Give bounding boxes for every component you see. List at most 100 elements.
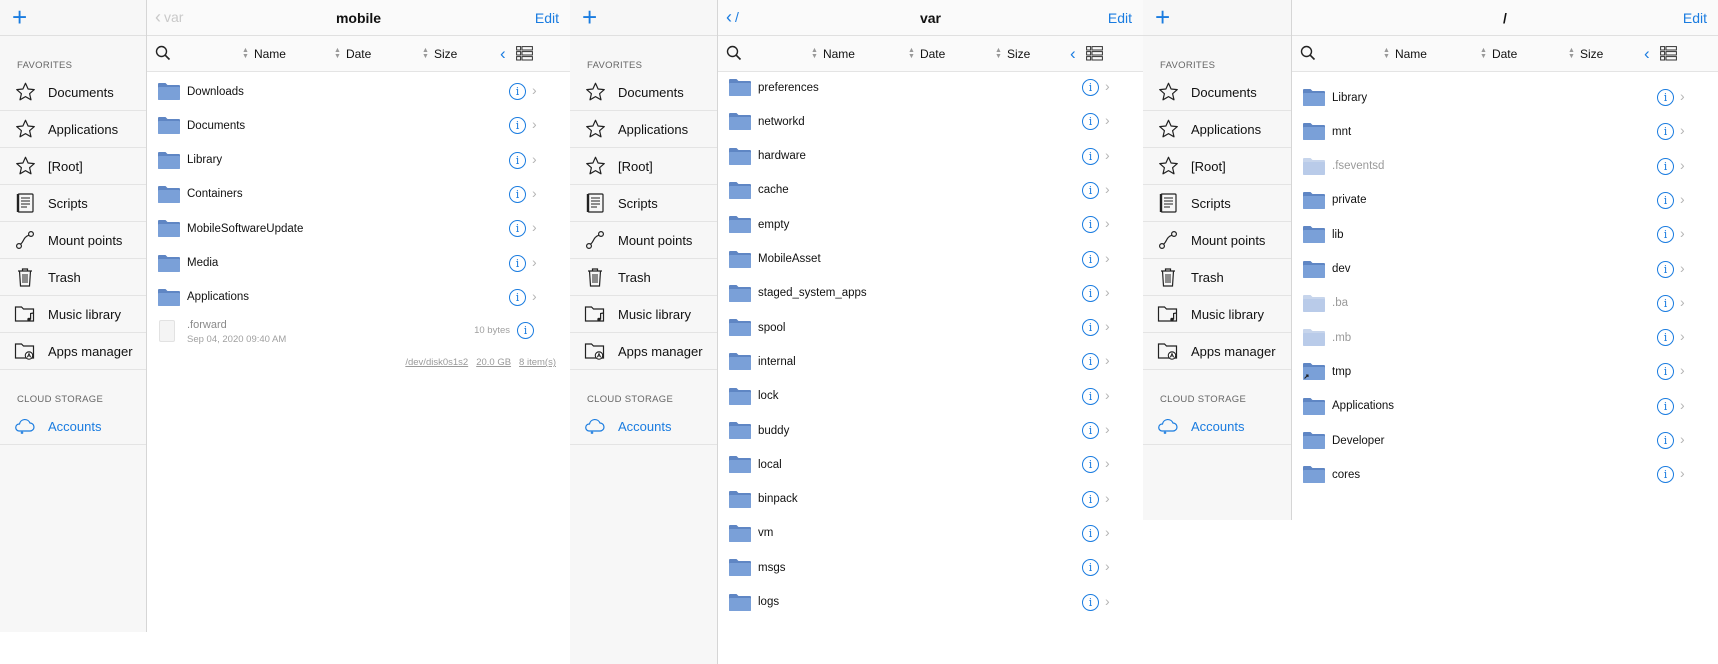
info-icon[interactable]: i	[509, 288, 526, 306]
disk-capacity-link[interactable]: 20.0 GB	[476, 357, 511, 368]
folder-row[interactable]: lock i ›	[718, 378, 1143, 415]
sidebar-item-music-library[interactable]: Music library	[570, 296, 717, 333]
info-icon[interactable]: i	[1657, 226, 1674, 244]
folder-row[interactable]: Developer i ›	[1292, 422, 1718, 459]
file-row[interactable]: .forward Sep 04, 2020 09:40 AM 10 bytes i	[147, 311, 570, 351]
folder-row[interactable]: .fseventsd i ›	[1292, 148, 1718, 185]
info-icon[interactable]: i	[1082, 422, 1099, 439]
folder-row[interactable]: cores i ›	[1292, 456, 1718, 493]
sidebar-item-applications[interactable]: Applications	[0, 111, 146, 148]
folder-row[interactable]: Applications i ›	[1292, 388, 1718, 425]
sort-by-size-button[interactable]: ▲ ▼ Size	[1568, 47, 1603, 61]
info-icon[interactable]: i	[1082, 353, 1099, 371]
sidebar-item-scripts[interactable]: Scripts	[0, 185, 146, 222]
folder-row[interactable]: .ba i ›	[1292, 285, 1718, 322]
folder-row[interactable]: staged_system_apps i ›	[718, 275, 1143, 312]
folder-row[interactable]: vm i ›	[718, 515, 1143, 552]
folder-row[interactable]: binpack i ›	[718, 481, 1143, 518]
back-button[interactable]: ‹ /	[726, 8, 739, 26]
sidebar-item-accounts[interactable]: Accounts	[1143, 408, 1291, 445]
info-icon[interactable]: i	[1082, 79, 1099, 96]
info-icon[interactable]: i	[1657, 260, 1674, 278]
edit-button[interactable]: Edit	[1108, 10, 1132, 26]
sort-by-size-button[interactable]: ▲ ▼ Size	[995, 47, 1030, 61]
info-icon[interactable]: i	[509, 117, 526, 135]
info-icon[interactable]: i	[509, 185, 526, 203]
folder-row[interactable]: logs i ›	[718, 584, 1143, 621]
sort-by-date-button[interactable]: ▲ ▼ Date	[334, 47, 371, 61]
sidebar-item-applications[interactable]: Applications	[1143, 111, 1291, 148]
sidebar-item-mount-points[interactable]: Mount points	[1143, 222, 1291, 259]
info-icon[interactable]: i	[1082, 387, 1099, 405]
sidebar-item-documents[interactable]: Documents	[1143, 74, 1291, 111]
folder-row[interactable]: hardware i ›	[718, 138, 1143, 175]
sidebar-item-root[interactable]: [Root]	[570, 148, 717, 185]
folder-row[interactable]: cache i ›	[718, 172, 1143, 209]
folder-row[interactable]: local i ›	[718, 446, 1143, 483]
info-icon[interactable]: i	[1082, 147, 1099, 165]
sidebar-item-documents[interactable]: Documents	[570, 74, 717, 111]
sidebar-item-music-library[interactable]: Music library	[0, 296, 146, 333]
info-icon[interactable]: i	[1082, 524, 1099, 542]
view-mode-icon[interactable]	[516, 46, 533, 66]
info-icon[interactable]: i	[1082, 319, 1099, 337]
folder-row[interactable]: Containers i ›	[147, 176, 570, 213]
sidebar-item-mount-points[interactable]: Mount points	[570, 222, 717, 259]
folder-row[interactable]: networkd i ›	[718, 103, 1143, 140]
info-icon[interactable]: i	[1657, 157, 1674, 175]
folder-row[interactable]: buddy i ›	[718, 412, 1143, 449]
sidebar-item-accounts[interactable]: Accounts	[0, 408, 146, 445]
sidebar-item-apps-manager[interactable]: Apps manager	[1143, 333, 1291, 370]
folder-row[interactable]: internal i ›	[718, 343, 1143, 380]
edit-button[interactable]: Edit	[1683, 10, 1707, 26]
folder-row[interactable]: Documents i ›	[147, 107, 570, 144]
info-icon[interactable]: i	[509, 220, 526, 238]
info-icon[interactable]: i	[1657, 432, 1674, 449]
info-icon[interactable]: i	[1657, 329, 1674, 347]
info-icon[interactable]: i	[1082, 216, 1099, 234]
sidebar-item-trash[interactable]: Trash	[570, 259, 717, 296]
info-icon[interactable]: i	[1657, 294, 1674, 312]
collapse-chevron-icon[interactable]: ‹	[1070, 44, 1076, 64]
folder-row[interactable]: mnt i ›	[1292, 113, 1718, 150]
sidebar-item-documents[interactable]: Documents	[0, 74, 146, 111]
view-mode-icon[interactable]	[1086, 46, 1103, 66]
folder-row[interactable]: MobileAsset i ›	[718, 241, 1143, 278]
collapse-chevron-icon[interactable]: ‹	[1644, 44, 1650, 64]
sidebar-item-root[interactable]: [Root]	[1143, 148, 1291, 185]
sidebar-item-mount-points[interactable]: Mount points	[0, 222, 146, 259]
info-icon[interactable]: i	[1082, 284, 1099, 302]
info-icon[interactable]: i	[1657, 363, 1674, 381]
info-icon[interactable]: i	[1082, 250, 1099, 268]
sort-by-name-button[interactable]: ▲ ▼ Name	[1383, 47, 1427, 61]
item-count-link[interactable]: 8 item(s)	[519, 357, 556, 368]
disk-name-link[interactable]: /dev/disk0s1s2	[405, 357, 468, 368]
sidebar-item-scripts[interactable]: Scripts	[1143, 185, 1291, 222]
collapse-chevron-icon[interactable]: ‹	[500, 44, 506, 64]
info-icon[interactable]: i	[509, 151, 526, 169]
info-icon[interactable]: i	[1657, 123, 1674, 141]
info-icon[interactable]: i	[1657, 466, 1674, 484]
folder-row[interactable]: empty i ›	[718, 206, 1143, 243]
folder-row[interactable]: .mb i ›	[1292, 319, 1718, 356]
info-icon[interactable]: i	[1082, 181, 1099, 199]
folder-row[interactable]: msgs i ›	[718, 549, 1143, 586]
folder-row[interactable]: lib i ›	[1292, 216, 1718, 253]
sidebar-item-apps-manager[interactable]: Apps manager	[570, 333, 717, 370]
sidebar-item-accounts[interactable]: Accounts	[570, 408, 717, 445]
sidebar-item-apps-manager[interactable]: Apps manager	[0, 333, 146, 370]
info-icon[interactable]: i	[1082, 593, 1099, 611]
folder-row[interactable]: Media i ›	[147, 245, 570, 282]
folder-row[interactable]: Library i ›	[1292, 79, 1718, 116]
add-button[interactable]: +	[1155, 4, 1170, 30]
sidebar-item-root[interactable]: [Root]	[0, 148, 146, 185]
info-icon[interactable]: i	[1082, 559, 1099, 577]
search-icon[interactable]	[726, 45, 742, 66]
info-icon[interactable]: i	[1082, 490, 1099, 508]
folder-row[interactable]: spool i ›	[718, 309, 1143, 346]
folder-row[interactable]: dev i ›	[1292, 251, 1718, 288]
add-button[interactable]: +	[12, 4, 27, 30]
folder-row[interactable]: tmp i ›	[1292, 353, 1718, 390]
folder-row[interactable]: preferences i ›	[718, 69, 1143, 106]
search-icon[interactable]	[1300, 45, 1316, 66]
